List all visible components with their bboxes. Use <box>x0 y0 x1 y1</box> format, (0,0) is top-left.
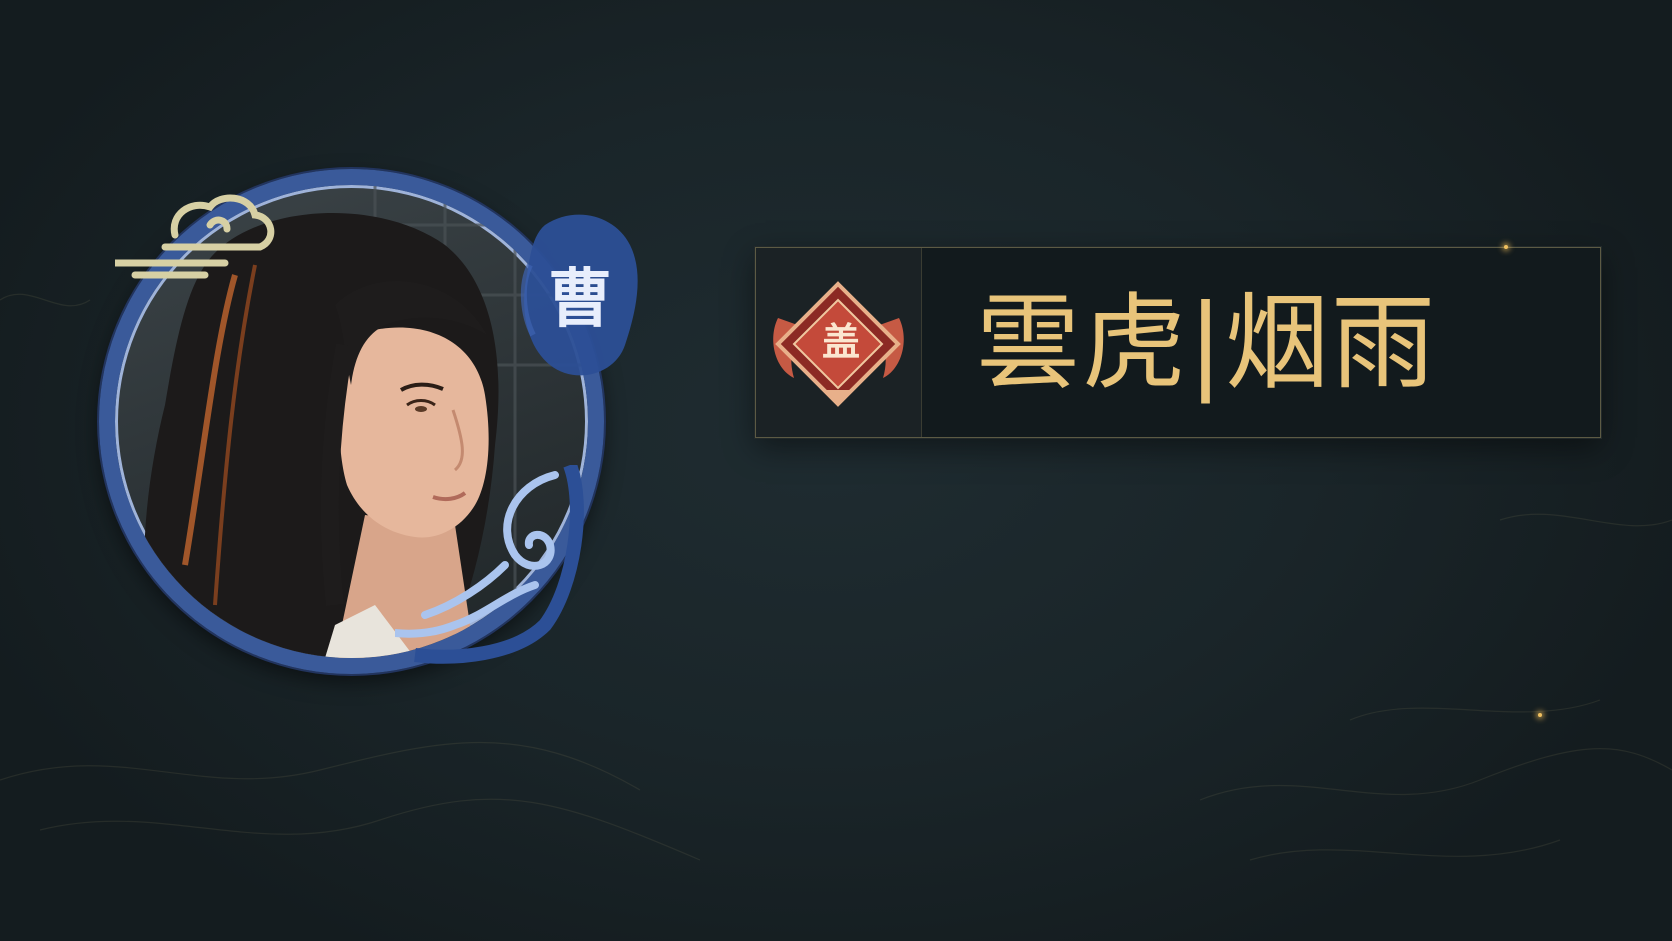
sparkle-dot <box>1538 713 1542 717</box>
player-title: 雲虎|烟雨 <box>976 282 1438 404</box>
cloud-swirl-icon <box>115 194 275 279</box>
character-portrait-group[interactable]: 曹 <box>95 165 638 695</box>
game-screen: 曹 盖 雲虎|烟雨 <box>0 0 1672 941</box>
sparkle-dot <box>1504 245 1508 249</box>
emblem-box: 盖 <box>756 248 922 437</box>
clan-badge: 曹 <box>515 205 645 385</box>
clan-character: 曹 <box>548 262 612 337</box>
wave-ornament-icon <box>395 465 584 664</box>
title-banner: 盖 雲虎|烟雨 <box>755 247 1601 438</box>
emblem-character: 盖 <box>821 320 860 364</box>
